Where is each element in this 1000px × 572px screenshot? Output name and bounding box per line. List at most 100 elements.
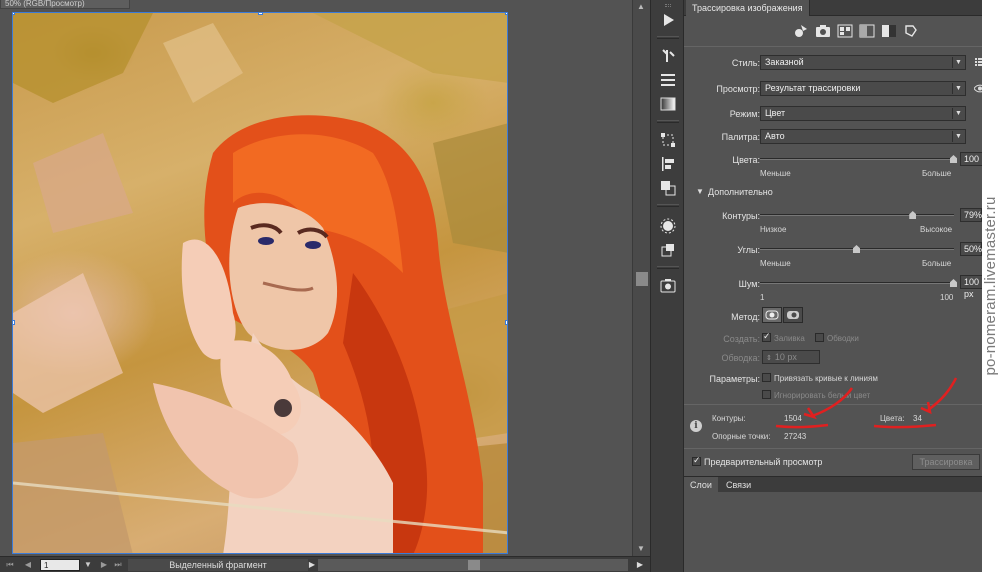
method-overlapping-button[interactable] xyxy=(783,307,803,323)
align-icon[interactable] xyxy=(658,154,678,174)
layers-tab-bar: Слои Связи xyxy=(684,476,982,493)
chevron-down-icon: ▼ xyxy=(952,57,964,68)
ignore-white-checkbox[interactable] xyxy=(762,390,771,399)
paths-slider-track[interactable] xyxy=(760,214,954,216)
create-label: Создать: xyxy=(723,334,760,344)
stroke-width-field[interactable]: ⇕ 10 px xyxy=(762,350,820,364)
stroke-lines-icon[interactable] xyxy=(658,70,678,90)
scroll-down-icon[interactable]: ▼ xyxy=(637,544,645,553)
noise-max-label: 100 xyxy=(940,293,954,302)
panel-divider xyxy=(684,46,982,47)
paths-slider-thumb[interactable] xyxy=(909,211,917,219)
selection-handle[interactable] xyxy=(258,13,263,15)
overlapping-method-icon xyxy=(787,311,799,319)
info-icon: i xyxy=(690,420,702,432)
colors-slider-track[interactable] xyxy=(760,158,954,160)
noise-slider-thumb[interactable] xyxy=(950,279,957,287)
outline-icon[interactable] xyxy=(902,22,920,40)
noise-label: Шум: xyxy=(738,279,760,289)
view-label: Просмотр: xyxy=(716,84,760,94)
gradient-icon[interactable] xyxy=(658,94,678,114)
colors-label: Цвета: xyxy=(732,155,760,165)
panel-tab-bar: Трассировка изображения xyxy=(684,0,982,16)
method-abutting-button[interactable] xyxy=(762,307,782,323)
status-bar: ⏮ ◀ 1 ▼ ▶ ⏭ Выделенный фрагмент ▶ ▶ xyxy=(0,556,650,572)
pathfinder-icon[interactable] xyxy=(658,178,678,198)
selection-handle[interactable] xyxy=(505,320,507,325)
zoom-dropdown-icon[interactable]: ▼ xyxy=(82,559,94,571)
paths-value-field[interactable]: 79% xyxy=(960,208,982,222)
next-page-icon[interactable]: ▶ xyxy=(98,559,110,571)
vertical-scroll-thumb[interactable] xyxy=(636,272,648,286)
status-menu-arrow-icon[interactable]: ▶ xyxy=(306,559,318,571)
palette-value: Авто xyxy=(765,131,785,141)
abutting-method-icon xyxy=(765,310,779,320)
panel-divider xyxy=(684,448,982,449)
disclosure-triangle-icon[interactable]: ▼ xyxy=(696,187,704,196)
snap-curves-checkbox[interactable] xyxy=(762,373,771,382)
artboard-image[interactable] xyxy=(12,12,508,554)
play-action-icon[interactable] xyxy=(658,10,678,30)
horizontal-scroll-thumb[interactable] xyxy=(468,560,480,570)
preset-icon-row xyxy=(684,18,982,44)
chevron-down-icon: ▼ xyxy=(952,131,964,142)
palette-dropdown[interactable]: Авто ▼ xyxy=(760,129,966,144)
zoom-field[interactable]: 1 xyxy=(40,559,80,571)
trace-button[interactable]: Трассировка xyxy=(912,454,980,470)
low-color-icon[interactable] xyxy=(836,22,854,40)
auto-color-icon[interactable] xyxy=(792,22,810,40)
stroke-width-value: 10 px xyxy=(774,352,797,362)
first-page-icon[interactable]: ⏮ xyxy=(4,559,16,571)
view-value: Результат трассировки xyxy=(765,83,861,93)
dock-divider xyxy=(657,204,679,207)
stats-anchors-label: Опорные точки: xyxy=(712,432,771,441)
view-dropdown[interactable]: Результат трассировки ▼ xyxy=(760,81,966,96)
panel-dock-strip xyxy=(650,0,684,572)
stats-paths-value: 1504 xyxy=(784,414,802,423)
tab-layers[interactable]: Слои xyxy=(684,477,718,493)
transform-icon[interactable] xyxy=(658,130,678,150)
stroke-checkbox[interactable] xyxy=(815,333,824,342)
preview-checkbox[interactable] xyxy=(692,455,701,466)
prev-page-icon[interactable]: ◀ xyxy=(22,559,34,571)
symbols-icon[interactable] xyxy=(658,216,678,236)
selection-handle[interactable] xyxy=(13,13,15,15)
selection-handle[interactable] xyxy=(13,320,15,325)
artboards-icon[interactable] xyxy=(658,240,678,260)
colors-min-label: Меньше xyxy=(760,169,791,178)
mode-dropdown[interactable]: Цвет ▼ xyxy=(760,106,966,121)
stats-colors-value: 34 xyxy=(913,414,922,423)
last-page-icon[interactable]: ⏭ xyxy=(112,559,124,571)
dock-divider xyxy=(657,36,679,39)
stats-paths-label: Контуры: xyxy=(712,414,746,423)
traced-portrait-image xyxy=(13,13,507,553)
status-selection-label[interactable]: Выделенный фрагмент xyxy=(128,559,308,571)
palette-label: Палитра: xyxy=(721,132,760,142)
grayscale-icon[interactable] xyxy=(858,22,876,40)
stroke-width-label: Обводка: xyxy=(721,353,760,363)
image-trace-icon[interactable] xyxy=(658,276,678,296)
advanced-section-label[interactable]: Дополнительно xyxy=(708,187,773,197)
paths-max-label: Высокое xyxy=(920,225,953,234)
noise-slider-track[interactable] xyxy=(760,282,954,284)
stroke-stepper-icon[interactable]: ⇕ xyxy=(766,355,772,362)
document-tab[interactable]: 50% (RGB/Просмотр) xyxy=(0,0,130,9)
high-color-icon[interactable] xyxy=(814,22,832,40)
preview-label: Предварительный просмотр xyxy=(704,457,823,467)
selection-handle[interactable] xyxy=(505,13,507,15)
tab-links[interactable]: Связи xyxy=(720,477,757,493)
vertical-scrollbar[interactable]: ▲ ▼ xyxy=(632,0,650,556)
black-white-icon[interactable] xyxy=(880,22,898,40)
fill-checkbox[interactable] xyxy=(762,331,771,342)
scroll-right-icon[interactable]: ▶ xyxy=(634,559,646,571)
tab-image-trace[interactable]: Трассировка изображения xyxy=(686,0,810,16)
dock-gripper[interactable] xyxy=(665,4,671,7)
colors-slider-thumb[interactable] xyxy=(950,155,957,163)
corners-slider-thumb[interactable] xyxy=(853,245,860,253)
scroll-up-icon[interactable]: ▲ xyxy=(637,2,645,11)
brushes-icon[interactable] xyxy=(658,46,678,66)
corners-value-field[interactable]: 50% xyxy=(960,242,982,256)
ignore-white-label: Игнорировать белый цвет xyxy=(774,391,871,400)
horizontal-scrollbar[interactable] xyxy=(318,559,628,571)
style-dropdown[interactable]: Заказной ▼ xyxy=(760,55,966,70)
